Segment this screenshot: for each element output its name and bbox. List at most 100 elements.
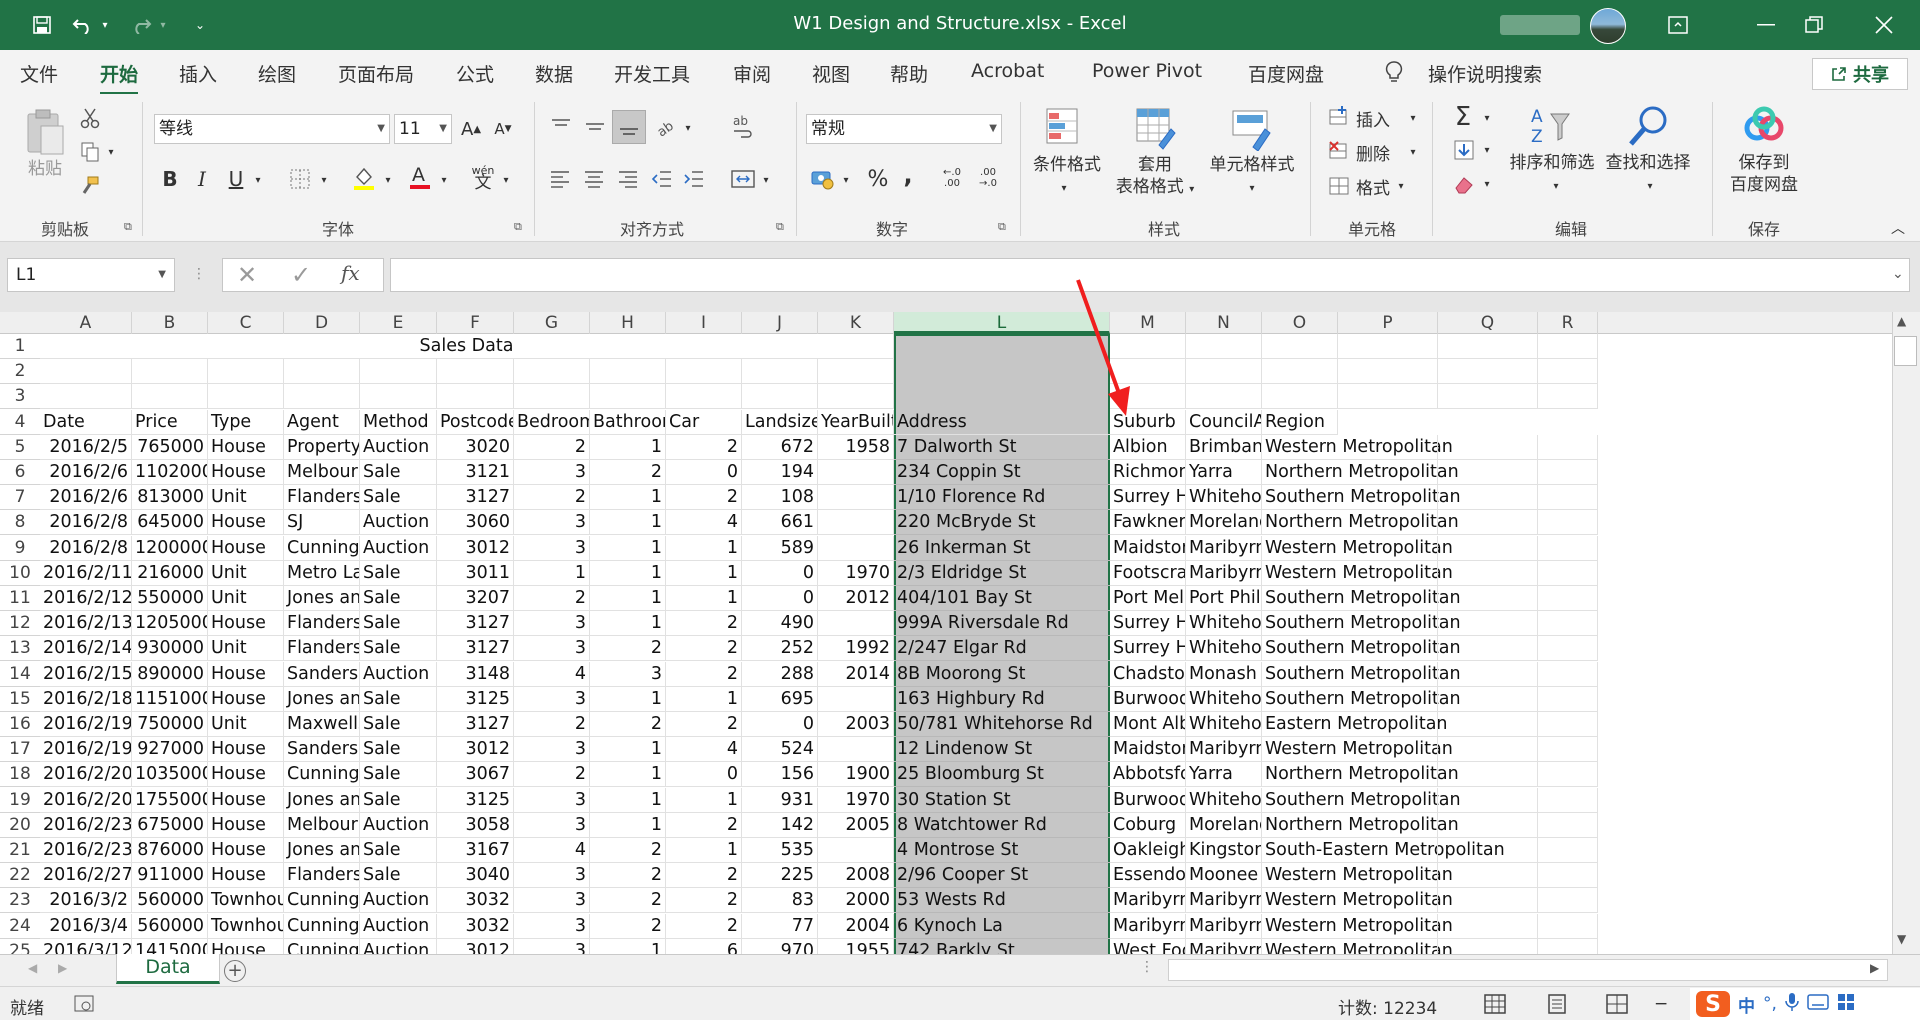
insert-function-button[interactable]: fx <box>341 261 360 285</box>
grid-cell[interactable]: 3 <box>514 913 590 939</box>
delete-cells-label[interactable]: 删除 <box>1356 140 1390 165</box>
grid-cell[interactable] <box>1538 636 1598 662</box>
grid-cell[interactable] <box>1538 460 1598 485</box>
grid-cell[interactable]: 53 Wests Rd <box>894 888 1110 914</box>
bold-button[interactable]: B <box>158 164 182 194</box>
grid-cell[interactable] <box>1538 686 1598 712</box>
grid-cell[interactable]: 890000 <box>132 661 208 687</box>
row-header[interactable]: 24 <box>0 914 40 939</box>
grid-cell[interactable]: 6 Kynoch La <box>894 914 1110 939</box>
grid-cell[interactable] <box>1538 510 1598 536</box>
grid-cell[interactable]: 2016/3/12 <box>40 938 132 954</box>
grid-cell[interactable] <box>1538 586 1598 611</box>
row-header[interactable]: 20 <box>0 813 40 838</box>
grid-cell[interactable]: Chadstone <box>1110 661 1186 687</box>
grid-menu-icon[interactable] <box>1837 993 1855 1016</box>
grid-cell[interactable] <box>1538 812 1598 838</box>
grid-cell[interactable]: 2016/2/8 <box>40 510 132 536</box>
grid-cell[interactable]: 2016/2/15 <box>40 661 132 687</box>
row-header[interactable]: 13 <box>0 636 40 662</box>
column-header[interactable]: R <box>1538 312 1598 334</box>
grid-cell[interactable]: Flanders & <box>284 485 360 511</box>
grid-cell[interactable]: 225 <box>742 863 818 889</box>
grid-cell[interactable]: 675000 <box>132 812 208 838</box>
grid-cell[interactable]: 6 <box>666 938 742 954</box>
grid-cell[interactable] <box>818 485 894 511</box>
tab-data[interactable]: 数据 <box>535 60 573 87</box>
grid-cell[interactable] <box>1338 913 1438 939</box>
count-status[interactable]: 计数: 12234 <box>1338 994 1437 1019</box>
row-header[interactable]: 12 <box>0 611 40 637</box>
grid-cell[interactable]: House <box>208 838 284 863</box>
grid-cell[interactable]: 3 <box>514 510 590 536</box>
grid-cell[interactable]: Unit <box>208 560 284 586</box>
grid-cell[interactable]: 288 <box>742 661 818 687</box>
grid-cell[interactable]: 216000 <box>132 560 208 586</box>
grid-cell[interactable] <box>1338 359 1438 385</box>
column-header[interactable]: A <box>40 312 132 334</box>
grid-cell[interactable] <box>1338 535 1438 561</box>
column-header[interactable]: F <box>437 312 514 334</box>
grid-cell[interactable] <box>1438 787 1538 813</box>
grid-cell[interactable]: 1970 <box>818 787 894 813</box>
grid-cell[interactable]: 3040 <box>437 863 514 889</box>
grid-cell[interactable]: Moreland <box>1186 510 1262 536</box>
macro-record-icon[interactable] <box>74 994 96 1019</box>
grid-cell[interactable]: Moonee Va <box>1186 863 1262 889</box>
grid-cell[interactable]: 2 <box>514 762 590 788</box>
page-break-view-icon[interactable] <box>1606 994 1628 1019</box>
grid-cell[interactable]: 2 <box>666 661 742 687</box>
grid-cell[interactable]: 930000 <box>132 636 208 662</box>
grid-cell[interactable]: 2 <box>666 434 742 460</box>
grid-cell[interactable]: 3127 <box>437 636 514 662</box>
tab-insert[interactable]: 插入 <box>179 60 217 87</box>
underline-dropdown-icon[interactable]: ▾ <box>252 168 264 192</box>
grid-cell[interactable]: 3 <box>514 535 590 561</box>
grid-cell[interactable]: Unit <box>208 485 284 511</box>
share-button[interactable]: 共享 <box>1812 58 1908 90</box>
grid-cell[interactable]: Car <box>666 409 742 435</box>
grid-cell[interactable] <box>1338 712 1438 737</box>
grid-cell[interactable] <box>742 359 818 385</box>
grid-cell[interactable]: 1 <box>590 686 666 712</box>
row-header[interactable]: 1 <box>0 334 40 359</box>
comma-style-button[interactable]: , <box>898 160 918 190</box>
grid-cell[interactable]: Auction <box>360 510 437 536</box>
row-header[interactable]: 4 <box>0 410 40 435</box>
grid-cell[interactable]: House <box>208 812 284 838</box>
grid-cell[interactable] <box>1186 334 1262 359</box>
row-header[interactable]: 15 <box>0 687 40 712</box>
grid-cell[interactable]: 108 <box>742 485 818 511</box>
grid-cell[interactable]: House <box>208 460 284 485</box>
grid-cell[interactable]: 2 <box>514 712 590 737</box>
grid-cell[interactable] <box>1338 434 1438 460</box>
grid-cell[interactable]: House <box>208 737 284 763</box>
grid-cell[interactable]: 742 Barkly St <box>894 939 1110 954</box>
row-header[interactable]: 3 <box>0 384 40 410</box>
grid-cell[interactable]: 2016/3/4 <box>40 913 132 939</box>
grid-cell[interactable]: Coburg <box>1110 812 1186 838</box>
tab-power-pivot[interactable]: Power Pivot <box>1092 60 1202 82</box>
grid-cell[interactable]: House <box>208 787 284 813</box>
grid-cell[interactable] <box>818 737 894 763</box>
save-icon[interactable] <box>28 12 56 38</box>
column-header[interactable]: H <box>590 312 666 334</box>
format-as-table-label-2[interactable]: 表格格式 ▾ <box>1108 176 1202 201</box>
name-box[interactable]: L1 ▼ <box>7 258 175 292</box>
grid-cell[interactable]: 535 <box>742 838 818 863</box>
column-header[interactable]: D <box>284 312 360 334</box>
grid-cell[interactable] <box>1438 384 1538 410</box>
grid-cell[interactable]: 0 <box>742 560 818 586</box>
grid-cell[interactable] <box>1438 737 1538 763</box>
sort-filter-icon[interactable]: AZ <box>1526 104 1574 150</box>
grid-cell[interactable]: YearBuilt <box>818 409 894 435</box>
grid-cell[interactable]: 3020 <box>437 434 514 460</box>
grid-cell[interactable]: Whitehorse <box>1186 787 1262 813</box>
grid-cell[interactable]: Auction <box>360 661 437 687</box>
grid-cell[interactable] <box>1262 359 1338 385</box>
grid-cell[interactable]: Sale <box>360 560 437 586</box>
grid-cell[interactable]: 2 <box>666 913 742 939</box>
grid-cell[interactable] <box>1438 510 1538 536</box>
grid-cell[interactable] <box>818 535 894 561</box>
grid-cell[interactable]: 25 Bloomburg St <box>894 762 1110 788</box>
